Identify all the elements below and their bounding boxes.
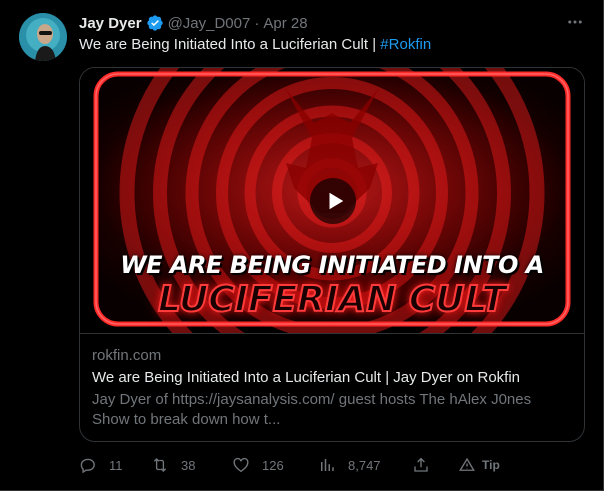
- tweet-header: Jay Dyer @Jay_D007 · Apr 28: [79, 13, 308, 33]
- views-count: 8,747: [348, 457, 381, 473]
- like-icon: [233, 457, 249, 473]
- share-icon: [414, 457, 428, 472]
- thumbnail-headline-line1: WE ARE BEING INITIATED INTO A: [120, 251, 544, 279]
- play-button[interactable]: [310, 178, 356, 224]
- card-description: Jay Dyer of https://jaysanalysis.com/ gu…: [92, 391, 532, 428]
- like-count: 126: [262, 457, 284, 473]
- link-card[interactable]: WE ARE BEING INITIATED INTO A LUCIFERIAN…: [79, 67, 585, 442]
- retweet-count: 38: [181, 457, 196, 473]
- reply-icon: [80, 458, 95, 474]
- thumbnail-headline-line2: LUCIFERIAN CULT: [157, 278, 507, 321]
- play-icon: [329, 192, 343, 210]
- views-icon: [321, 459, 334, 471]
- retweet-icon: [153, 458, 167, 472]
- card-domain: rokfin.com: [92, 347, 162, 364]
- avatar-image: [19, 13, 67, 61]
- card-title: We are Being Initiated Into a Luciferian…: [92, 369, 521, 386]
- tip-label: Tip: [482, 458, 500, 472]
- tweet[interactable]: Jay Dyer @Jay_D007 · Apr 28 We are Being…: [0, 0, 604, 491]
- retweet-button[interactable]: 38: [151, 454, 195, 476]
- separator-dot: ·: [254, 14, 260, 32]
- author-handle[interactable]: @Jay_D007: [168, 15, 251, 32]
- hashtag-link[interactable]: #Rokfin: [380, 36, 431, 53]
- share-button[interactable]: [412, 454, 442, 476]
- tweet-text: We are Being Initiated Into a Luciferian…: [79, 35, 431, 55]
- card-meta[interactable]: rokfin.com We are Being Initiated Into a…: [80, 333, 584, 441]
- tip-button[interactable]: Tip: [458, 454, 500, 476]
- card-thumbnail[interactable]: WE ARE BEING INITIATED INTO A LUCIFERIAN…: [80, 68, 584, 333]
- like-button[interactable]: 126: [232, 454, 284, 476]
- reply-button[interactable]: 11: [79, 454, 123, 476]
- avatar[interactable]: [19, 13, 67, 61]
- more-icon: [568, 20, 582, 24]
- more-options-button[interactable]: [563, 12, 587, 32]
- verified-badge-icon[interactable]: [146, 14, 164, 32]
- tip-icon: [459, 457, 475, 471]
- views-button[interactable]: 8,747: [318, 454, 381, 476]
- author-name[interactable]: Jay Dyer: [79, 15, 142, 32]
- tweet-text-body: We are Being Initiated Into a Luciferian…: [79, 36, 381, 53]
- tweet-actions: 11 38 126 8,747 Tip: [79, 454, 585, 476]
- tweet-date[interactable]: Apr 28: [263, 15, 307, 32]
- reply-count: 11: [109, 457, 123, 473]
